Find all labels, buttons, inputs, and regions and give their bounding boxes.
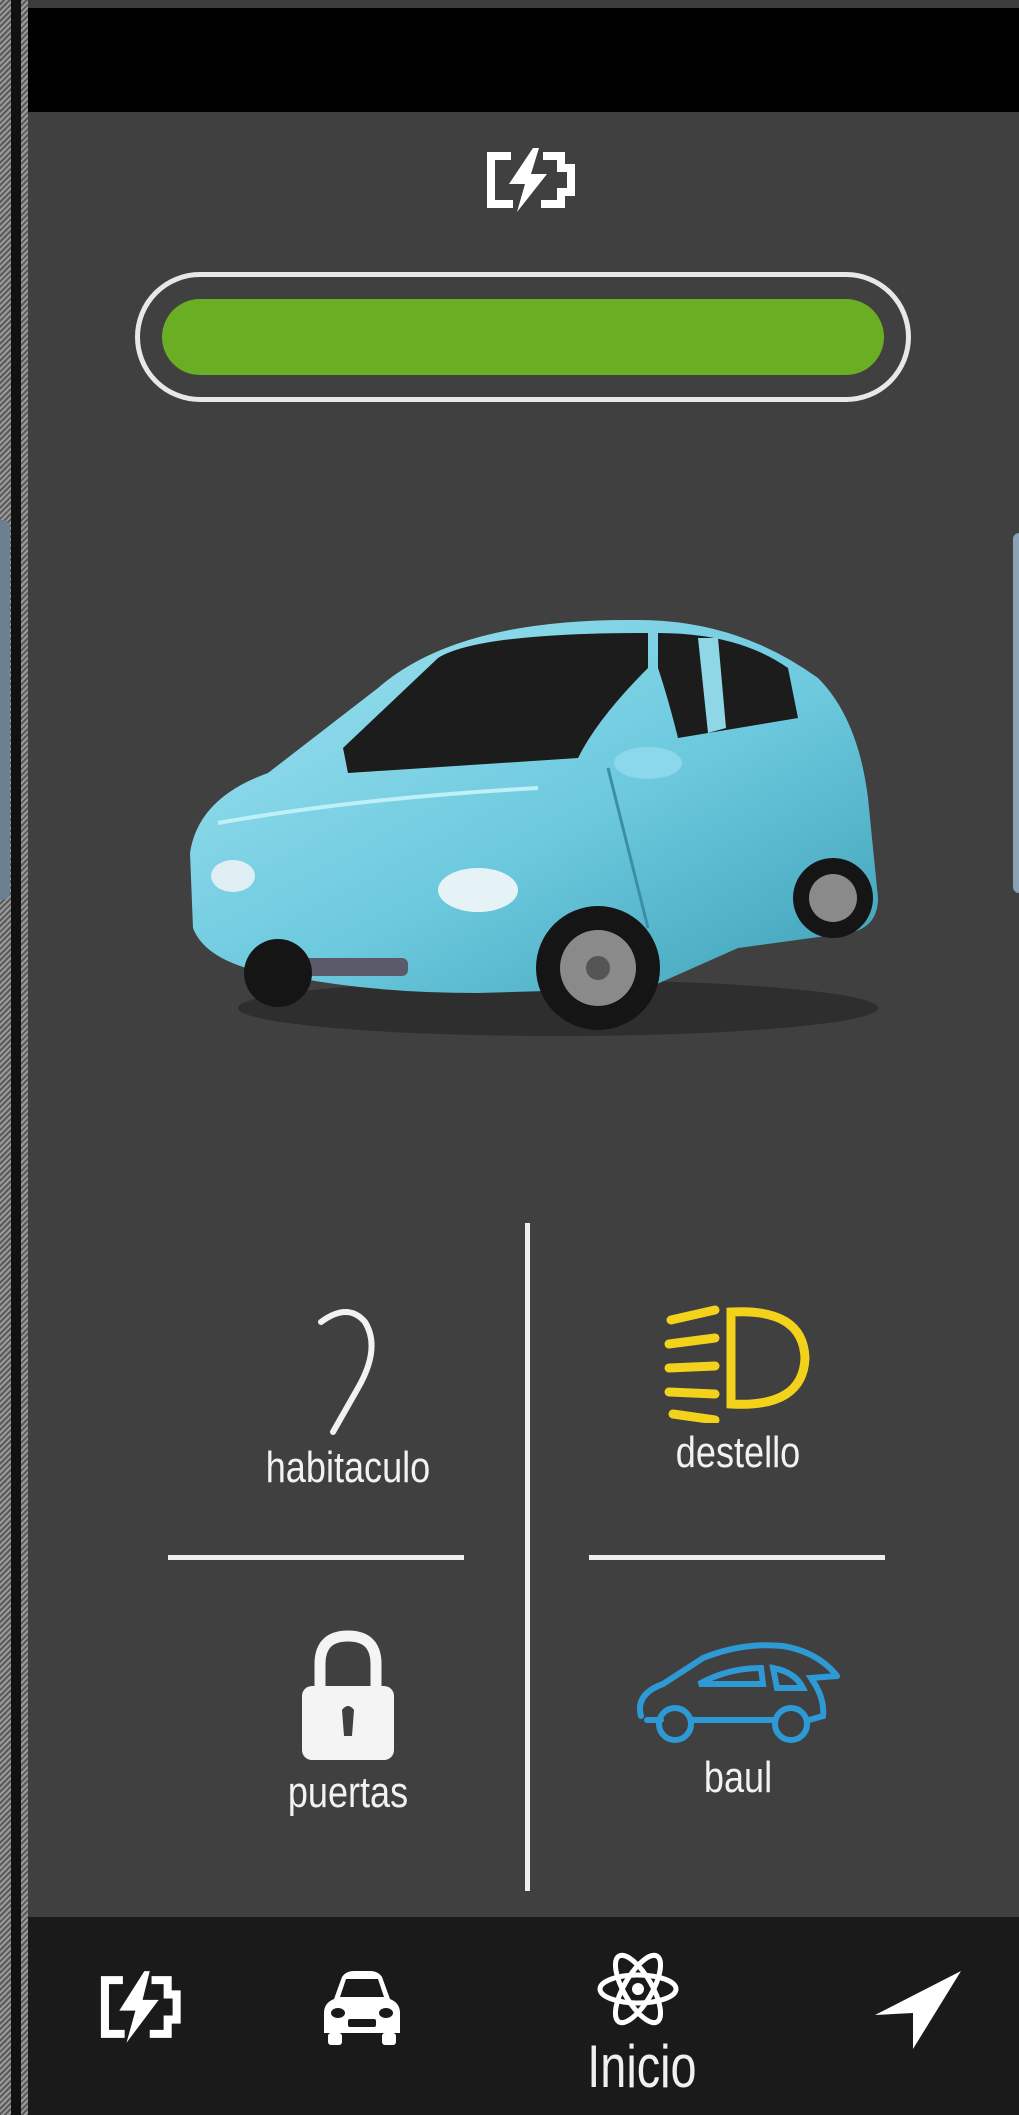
battery-level-bar bbox=[135, 272, 911, 402]
phone-edge bbox=[0, 0, 28, 2115]
fan-icon bbox=[318, 1309, 375, 1435]
car-outline-icon bbox=[637, 1642, 840, 1743]
nav-car-front-icon[interactable] bbox=[320, 1967, 404, 2047]
atom-icon bbox=[597, 1952, 679, 2026]
grid-horizontal-divider-left bbox=[168, 1555, 464, 1560]
nav-home-label: Inicio bbox=[587, 2033, 697, 2100]
edge-bar bbox=[11, 0, 21, 2115]
flash-label: destello bbox=[675, 1428, 801, 1477]
edge-panel-handle[interactable] bbox=[1013, 533, 1019, 893]
status-bar bbox=[28, 8, 1019, 112]
trunk-control[interactable]: baul bbox=[588, 1638, 888, 1803]
flash-control[interactable]: destello bbox=[588, 1298, 888, 1478]
doors-control[interactable]: puertas bbox=[218, 1628, 478, 1818]
navigation-arrow-icon[interactable] bbox=[873, 1969, 963, 2051]
side-panel-tab[interactable] bbox=[0, 520, 10, 900]
trunk-label: baul bbox=[703, 1753, 773, 1802]
grid-vertical-divider bbox=[525, 1223, 530, 1891]
cabin-label: habitaculo bbox=[265, 1443, 431, 1492]
app-screen: habitaculo destello puertas baul Inicio bbox=[28, 8, 1019, 2115]
grid-horizontal-divider-right bbox=[589, 1555, 885, 1560]
doors-label: puertas bbox=[287, 1768, 409, 1817]
battery-level-fill bbox=[162, 299, 884, 375]
nav-battery-icon[interactable] bbox=[96, 1967, 182, 2047]
battery-charging-icon bbox=[487, 148, 575, 212]
nav-home[interactable]: Inicio bbox=[573, 1947, 703, 2107]
padlock-icon bbox=[302, 1630, 394, 1760]
electric-car-image bbox=[190, 619, 878, 1036]
headlight-icon bbox=[664, 1305, 810, 1425]
cabin-control[interactable]: habitaculo bbox=[218, 1308, 478, 1493]
bottom-navigation: Inicio bbox=[28, 1917, 1019, 2115]
